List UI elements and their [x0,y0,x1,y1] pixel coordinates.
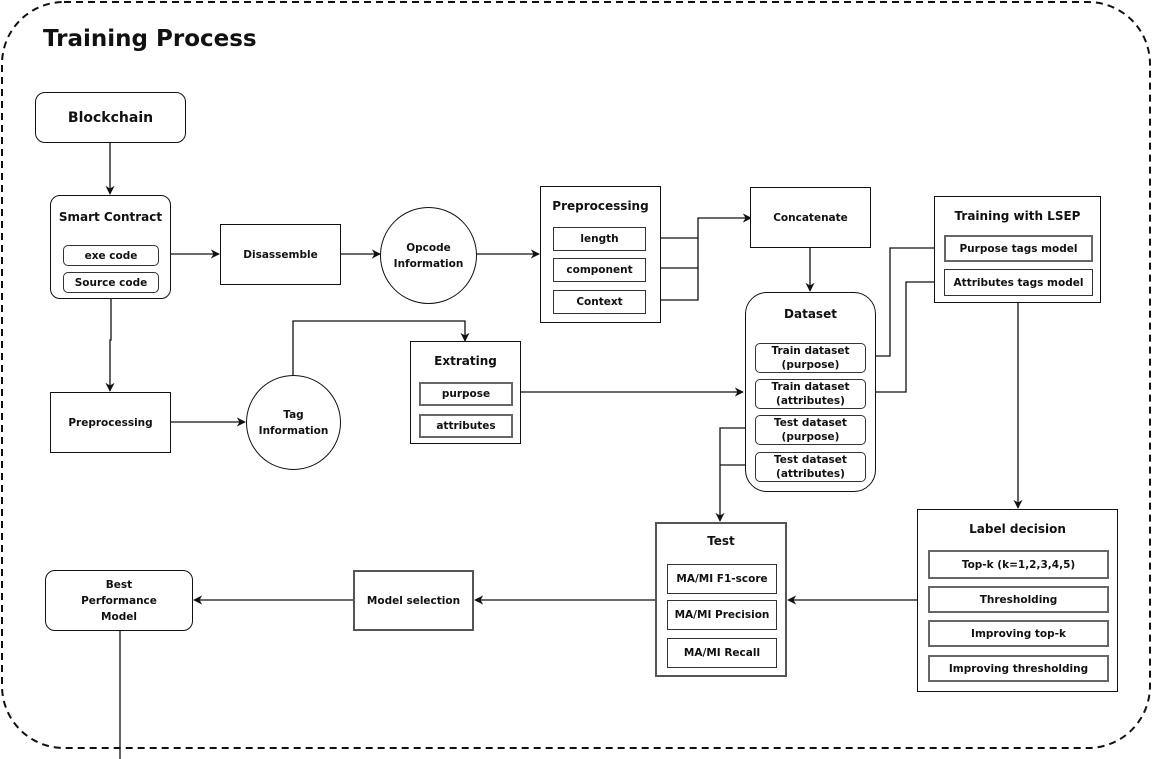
test-dataset-attributes-item: Test dataset (attributes) [755,452,866,482]
preprocessing-tags-node: Preprocessing [50,392,171,453]
dataset-node: Dataset Train dataset (purpose) Train dat… [745,292,876,492]
label-decision-title: Label decision [969,522,1066,536]
attributes-item: attributes [419,414,513,438]
preprocessing-tags-label: Preprocessing [68,416,153,429]
concatenate-node: Concatenate [750,187,871,248]
train-dataset-purpose-item: Train dataset (purpose) [755,343,866,373]
training-lsep-title: Training with LSEP [954,209,1081,223]
improving-topk-item: Improving top-k [928,620,1109,647]
item-line: Test dataset [774,417,847,429]
test-dataset-purpose-item: Test dataset (purpose) [755,415,866,445]
best-model-line1: Best [105,578,133,591]
smart-contract-title: Smart Contract [58,210,163,224]
thresholding-item: Thresholding [928,586,1109,613]
improving-thresholding-item: Improving thresholding [928,655,1109,682]
concatenate-label: Concatenate [773,211,848,224]
best-performance-model-node: Best Performance Model [45,570,193,631]
blockchain-node: Blockchain [35,92,186,143]
extrating-title: Extrating [434,354,497,368]
f1-score-item: MA/MI F1-score [667,564,777,594]
item-line: (purpose) [781,359,840,371]
preprocessing-features-node: Preprocessing length component Context [540,186,661,323]
train-dataset-attributes-item: Train dataset (attributes) [755,379,866,409]
test-node: Test MA/MI F1-score MA/MI Precision MA/M… [655,522,787,677]
opcode-label-line1: Opcode [406,241,451,254]
tag-information-node: Tag Information [246,375,341,470]
test-title: Test [707,534,735,548]
best-model-line2: Performance [81,594,157,607]
component-item: component [553,258,646,282]
blockchain-label: Blockchain [67,109,154,126]
disassemble-label: Disassemble [243,248,318,261]
opcode-information-node: Opcode Information [380,207,477,304]
attributes-tags-model-item: Attributes tags model [944,269,1093,296]
dataset-title: Dataset [784,307,837,321]
best-model-line3: Model [101,610,137,623]
item-line: Train dataset [771,345,850,357]
edge-source-preprocessing [105,295,115,392]
model-selection-node: Model selection [353,570,474,631]
length-item: length [553,227,646,251]
label-decision-node: Label decision Top-k (k=1,2,3,4,5) Thres… [917,509,1118,692]
preprocessing-features-title: Preprocessing [552,199,649,213]
diagram-title: Training Process [43,26,257,52]
disassemble-node: Disassemble [220,224,341,285]
context-item: Context [553,290,646,314]
item-line: Train dataset [771,381,850,393]
extrating-node: Extrating purpose attributes [410,341,521,444]
purpose-tags-model-item: Purpose tags model [944,235,1093,262]
edge-trainpurpose-model [866,243,944,357]
exe-code-item: exe code [63,245,159,266]
opcode-label-line2: Information [393,257,464,270]
purpose-item: purpose [419,382,513,406]
topk-item: Top-k (k=1,2,3,4,5) [928,550,1109,579]
model-selection-label: Model selection [366,594,461,607]
training-lsep-node: Training with LSEP Purpose tags model At… [934,196,1101,303]
recall-item: MA/MI Recall [667,638,777,668]
item-line: Test dataset [774,454,847,466]
tag-label-line1: Tag [283,408,304,421]
edge-trainattr-model [866,277,944,393]
source-code-item: Source code [63,272,159,293]
item-line: (attributes) [776,468,845,480]
precision-item: MA/MI Precision [667,600,777,630]
smart-contract-node: Smart Contract exe code Source code [50,195,171,299]
tag-label-line2: Information [258,424,329,437]
item-line: (attributes) [776,395,845,407]
item-line: (purpose) [781,431,840,443]
